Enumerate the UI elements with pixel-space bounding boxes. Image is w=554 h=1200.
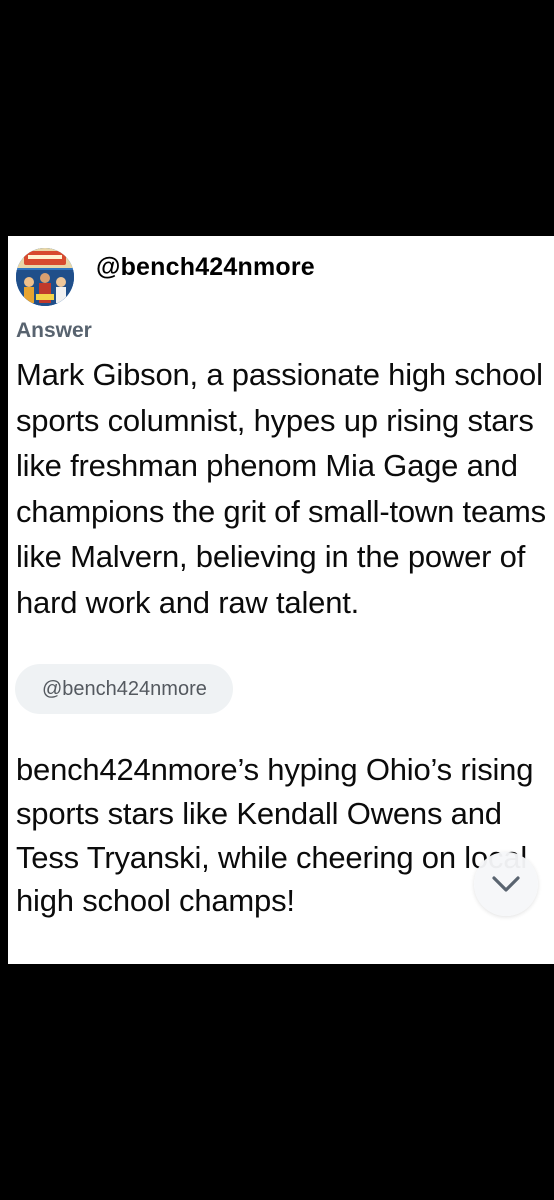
summary-text: bench424nmore’s hyping Ohio’s rising spo… <box>16 752 534 919</box>
avatar[interactable] <box>16 248 74 306</box>
chevron-down-icon <box>492 876 520 892</box>
answer-card: @bench424nmore Answer Mark Gibson, a pas… <box>8 236 554 964</box>
avatar-image <box>16 248 74 306</box>
author-handle[interactable]: @bench424nmore <box>96 253 315 282</box>
scroll-down-button[interactable] <box>474 852 538 916</box>
post-header: @bench424nmore <box>8 236 554 306</box>
answer-text: Mark Gibson, a passionate high school sp… <box>16 357 546 620</box>
answer-label: Answer <box>16 319 92 342</box>
mention-chip[interactable]: @bench424nmore <box>15 664 233 714</box>
